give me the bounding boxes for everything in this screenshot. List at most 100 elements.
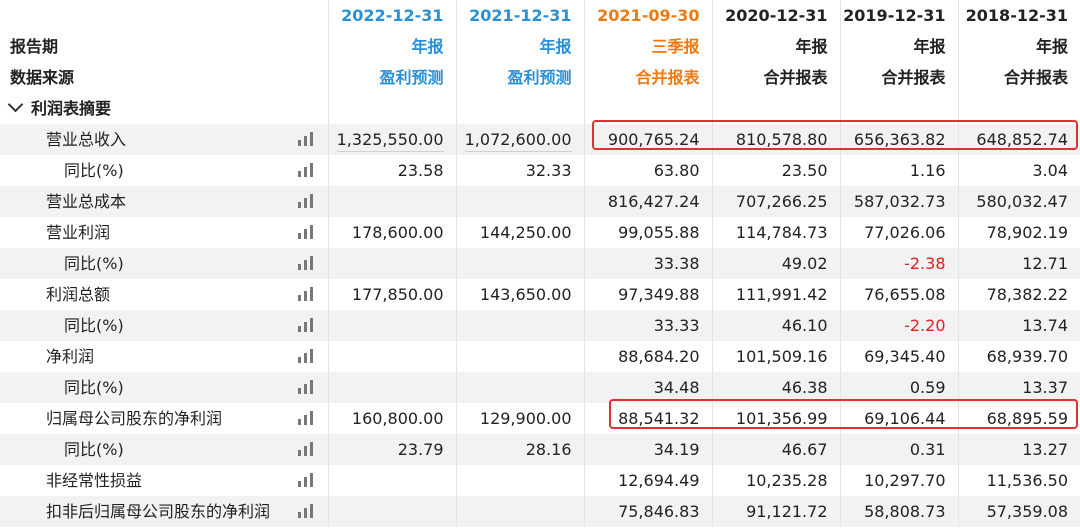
- period-date-1[interactable]: 2021-12-31: [455, 0, 584, 31]
- period-type-2: 三季报: [583, 31, 712, 62]
- bar-chart-icon[interactable]: [297, 163, 314, 177]
- value-cell: 88,684.20: [583, 341, 712, 372]
- bar-chart-icon[interactable]: [297, 318, 314, 332]
- value-cell: 10,235.28: [711, 465, 840, 496]
- cell-value: 99,055.88: [618, 223, 700, 242]
- row-label-wrap: 利润总额: [0, 279, 328, 310]
- row-label: 非经常性损益: [46, 471, 143, 490]
- bar-chart-icon[interactable]: [297, 473, 314, 487]
- cell-value: 160,800.00: [351, 409, 444, 428]
- row-label: 同比(%): [64, 440, 124, 459]
- value-cell: [327, 372, 456, 403]
- cell-value: 707,266.25: [735, 192, 828, 211]
- cell-value: 13.37: [1022, 378, 1068, 397]
- cell-value: 91,121.72: [746, 502, 828, 521]
- period-date-4[interactable]: 2019-12-31: [839, 0, 958, 31]
- row-label-wrap: 同比(%): [0, 248, 328, 279]
- period-date-5[interactable]: 2018-12-31: [957, 0, 1080, 31]
- row-label-cell: 利润总额: [0, 279, 328, 310]
- table-row: 营业总成本 816,427.24 707,266.25 587,032.73 580,0…: [0, 186, 1080, 217]
- cell-value: 1.16: [909, 161, 946, 180]
- bar-chart-icon[interactable]: [297, 411, 314, 425]
- cell-value: 143,650.00: [479, 285, 572, 304]
- cell-value: 0.59: [909, 378, 946, 397]
- period-date-3[interactable]: 2020-12-31: [711, 0, 840, 31]
- row-label: 扣非后归属母公司股东的净利润: [46, 502, 271, 521]
- chevron-down-icon[interactable]: [7, 96, 24, 113]
- cell-value: 33.33: [653, 316, 700, 335]
- row-label: 同比(%): [64, 161, 124, 180]
- row-label: 营业总成本: [46, 192, 127, 211]
- period-date-0[interactable]: 2022-12-31: [327, 0, 456, 31]
- row-label-wrap: 净利润: [0, 341, 328, 372]
- value-cell: 99,055.88: [583, 217, 712, 248]
- value-cell: [455, 186, 584, 217]
- cell-value: 57,359.08: [986, 502, 1068, 521]
- row-label-wrap: 同比(%): [0, 155, 328, 186]
- value-cell: 1,072,600.00: [455, 124, 584, 155]
- period-date-2[interactable]: 2021-09-30: [583, 0, 712, 31]
- cell-value: 10,297.70: [864, 471, 946, 490]
- cell-value: 78,902.19: [986, 223, 1068, 242]
- row-label-cell: 同比(%): [0, 310, 328, 341]
- cell-value: 580,032.47: [976, 192, 1068, 211]
- row-label-cell: 营业总成本: [0, 186, 328, 217]
- cell-value: 178,600.00: [351, 223, 444, 242]
- value-cell: 33.33: [583, 310, 712, 341]
- cell-value: 97,349.88: [618, 285, 700, 304]
- bar-chart-icon[interactable]: [297, 132, 314, 146]
- value-cell: 178,600.00: [327, 217, 456, 248]
- value-cell: 1,325,550.00: [327, 124, 456, 155]
- value-cell: 75,846.83: [583, 496, 712, 527]
- bar-chart-icon[interactable]: [297, 380, 314, 394]
- value-cell: 143,650.00: [455, 279, 584, 310]
- value-cell: [455, 465, 584, 496]
- row-label-cell: 同比(%): [0, 434, 328, 465]
- financial-summary-panel: 2022-12-31 2021-12-31 2021-09-30 2020-12-31…: [0, 0, 1080, 529]
- value-cell: 580,032.47: [957, 186, 1080, 217]
- bar-chart-icon[interactable]: [297, 194, 314, 208]
- value-cell: 11,536.50: [957, 465, 1080, 496]
- value-cell: 46.67: [711, 434, 840, 465]
- row-label: 净利润: [46, 347, 95, 366]
- bar-chart-icon[interactable]: [297, 442, 314, 456]
- value-cell: [455, 372, 584, 403]
- bar-chart-icon[interactable]: [297, 504, 314, 518]
- row-label-cell: 归属母公司股东的净利润: [0, 403, 328, 434]
- cell-value: 13.27: [1022, 440, 1068, 459]
- table-row: 非经常性损益 12,694.49 10,235.28 10,297.70 11,536.…: [0, 465, 1080, 496]
- header-date-row: 2022-12-31 2021-12-31 2021-09-30 2020-12-31…: [0, 0, 1080, 31]
- cell-value: 88,684.20: [618, 347, 700, 366]
- row-label-cell: 非经常性损益: [0, 465, 328, 496]
- cell-value: 816,427.24: [607, 192, 700, 211]
- row-label-wrap: 营业总收入: [0, 124, 328, 155]
- table-row: 利润总额 177,850.00 143,650.00 97,349.88 111,991…: [0, 279, 1080, 310]
- table-row: 同比(%) 33.38 49.02 -2.38 12.71: [0, 248, 1080, 279]
- cell-value: 33.38: [653, 254, 700, 273]
- cell-value: 10,235.28: [746, 471, 828, 490]
- cell-value: -2.20: [904, 316, 946, 335]
- value-cell: 68,939.70: [957, 341, 1080, 372]
- value-cell: 13.74: [957, 310, 1080, 341]
- period-type-5: 年报: [957, 31, 1080, 62]
- value-cell: 34.19: [583, 434, 712, 465]
- value-cell: 3.04: [957, 155, 1080, 186]
- row-label-cell: 营业利润: [0, 217, 328, 248]
- row-label-wrap: 同比(%): [0, 310, 328, 341]
- cell-value: 75,846.83: [618, 502, 700, 521]
- row-label: 归属母公司股东的净利润: [46, 409, 223, 428]
- value-cell: 78,902.19: [957, 217, 1080, 248]
- cell-value: 101,509.16: [735, 347, 828, 366]
- cell-value: 68,939.70: [986, 347, 1068, 366]
- row-label: 同比(%): [64, 316, 124, 335]
- value-cell: 101,509.16: [711, 341, 840, 372]
- bar-chart-icon[interactable]: [297, 287, 314, 301]
- cell-value: 32.33: [525, 161, 572, 180]
- bar-chart-icon[interactable]: [297, 225, 314, 239]
- cell-value: 63.80: [653, 161, 700, 180]
- bar-chart-icon[interactable]: [297, 349, 314, 363]
- table-row: 净利润 88,684.20 101,509.16 69,345.40 68,939.70: [0, 341, 1080, 372]
- section-title-cell[interactable]: 利润表摘要: [0, 93, 328, 124]
- bar-chart-icon[interactable]: [297, 256, 314, 270]
- cell-value: 177,850.00: [351, 285, 444, 304]
